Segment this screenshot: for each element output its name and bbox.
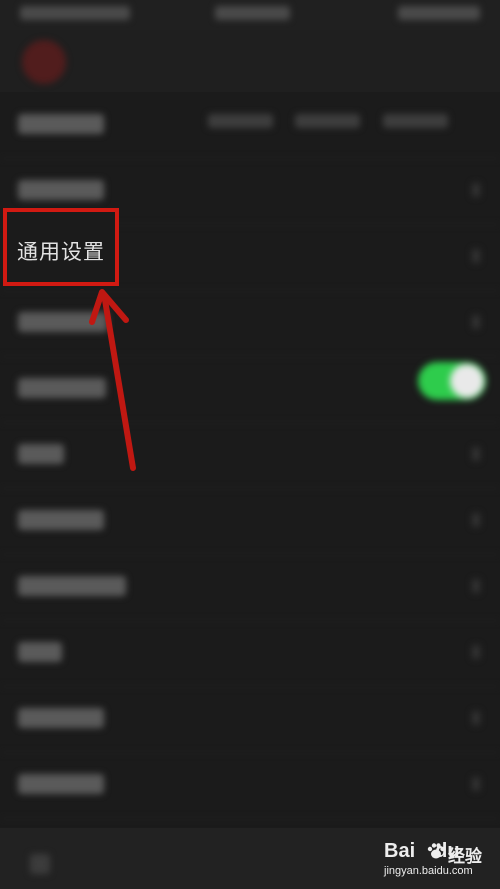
settings-row-label [18,180,104,200]
settings-row-label [18,576,126,596]
settings-row[interactable] [0,554,500,621]
chevron-right-icon [472,249,480,263]
nav-icon[interactable] [30,854,50,874]
chevron-right-icon [472,777,480,791]
watermark-cn: 经验 [448,847,482,867]
paw-icon [427,843,445,859]
settings-row[interactable] [0,488,500,555]
chevron-right-icon [472,447,480,461]
settings-row[interactable] [0,620,500,687]
settings-row-label [18,444,64,464]
settings-row-label [18,510,104,530]
header [0,30,500,92]
chevron-right-icon [472,711,480,725]
watermark-url: jingyan.baidu.com [384,865,473,877]
toggle-knob [450,364,484,398]
settings-row[interactable] [0,752,500,819]
settings-row-label [18,114,104,134]
general-settings-label[interactable]: 通用设置 [17,236,105,266]
back-icon[interactable] [22,40,66,84]
status-bar [0,0,500,30]
settings-row[interactable] [0,290,500,357]
chevron-right-icon [472,579,480,593]
baidu-jingyan-watermark: Bai du 经验 jingyan.baidu.com [384,840,496,884]
chevron-right-icon [472,183,480,197]
settings-row-label [18,312,108,332]
chevron-right-icon [472,645,480,659]
settings-row-label [18,708,104,728]
settings-row[interactable] [0,422,500,489]
status-bar-time [215,6,290,20]
settings-row-label [18,642,62,662]
status-bar-battery [398,6,480,20]
status-bar-carrier [20,6,130,20]
option-chip[interactable] [383,114,448,128]
toggle-switch[interactable] [418,362,486,400]
option-chip[interactable] [208,114,273,128]
settings-row-label [18,378,106,398]
settings-row-label [18,774,104,794]
settings-row[interactable] [0,686,500,753]
option-chip[interactable] [295,114,360,128]
chevron-right-icon [472,513,480,527]
chevron-right-icon [472,315,480,329]
settings-row[interactable] [0,92,500,159]
